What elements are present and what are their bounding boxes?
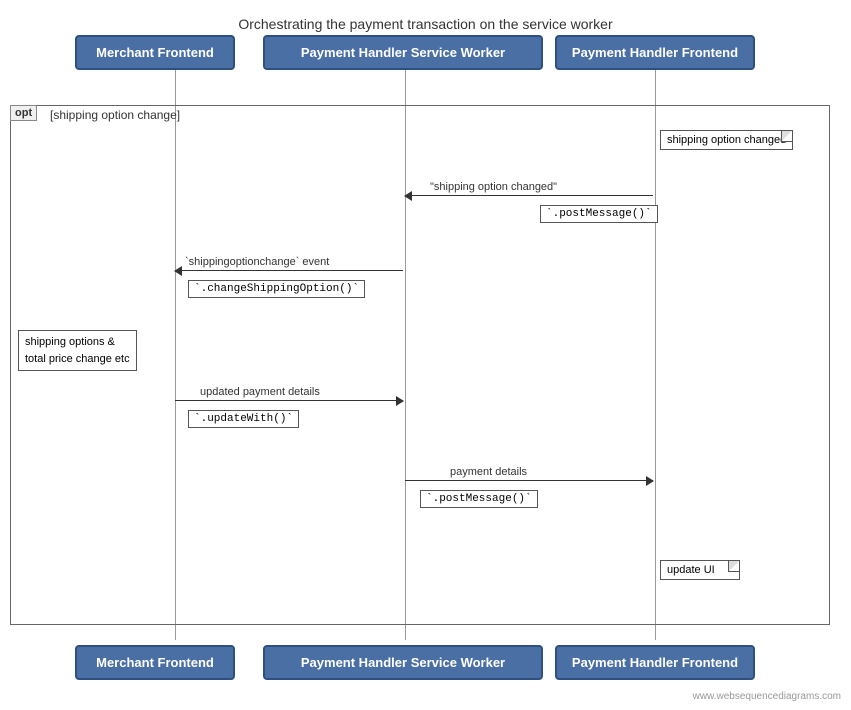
actor-merchant-header: Merchant Frontend	[75, 35, 235, 70]
actor-payment-footer: Payment Handler Frontend	[555, 645, 755, 680]
msg-shippingoptionchange: `shippingoptionchange` event	[185, 256, 329, 268]
note-shipping-option-changed: shipping option changed	[660, 130, 793, 150]
actor-service-header: Payment Handler Service Worker	[263, 35, 543, 70]
arrow-payment-details	[405, 480, 653, 481]
opt-label: opt	[10, 105, 37, 121]
actor-merchant-footer: Merchant Frontend	[75, 645, 235, 680]
note-side-shipping-options: shipping options &total price change etc	[18, 330, 137, 371]
arrow-updated-payment	[175, 400, 403, 401]
method-change-shipping: `.changeShippingOption()`	[188, 280, 365, 298]
method-post-message-1: `.postMessage()`	[540, 205, 658, 223]
msg-updated-payment: updated payment details	[200, 386, 320, 398]
note-update-ui: update UI	[660, 560, 740, 580]
method-post-message-2: `.postMessage()`	[420, 490, 538, 508]
arrow-shippingoptionchange	[175, 270, 403, 271]
actor-service-footer: Payment Handler Service Worker	[263, 645, 543, 680]
msg-shipping-changed: "shipping option changed"	[430, 181, 557, 193]
method-update-with: `.updateWith()`	[188, 410, 299, 428]
msg-payment-details: payment details	[450, 466, 527, 478]
arrow-shipping-changed	[405, 195, 653, 196]
opt-condition: [shipping option change]	[50, 108, 180, 122]
watermark: www.websequencediagrams.com	[693, 691, 841, 702]
actor-payment-header: Payment Handler Frontend	[555, 35, 755, 70]
diagram-container: Orchestrating the payment transaction on…	[0, 0, 851, 710]
